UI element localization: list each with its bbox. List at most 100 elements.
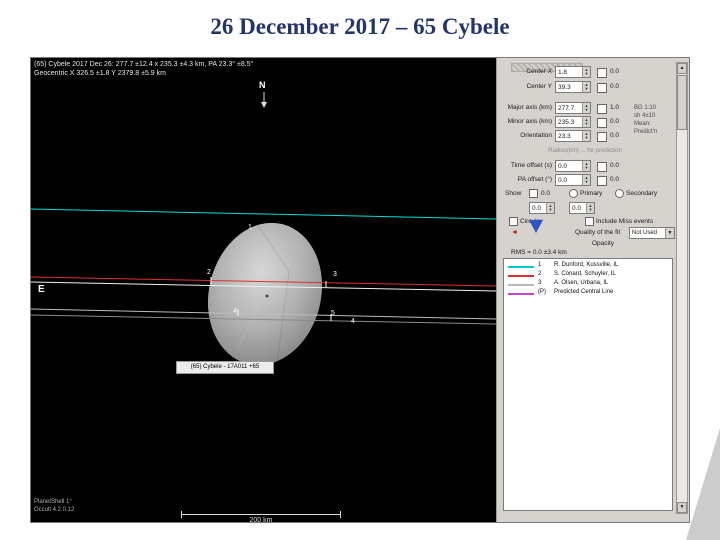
asteroid-center-marker [265, 294, 269, 298]
pa-offset-value: 0.0 [558, 177, 568, 184]
center-y-value: 39.3 [558, 84, 571, 91]
opacity-label: Opacity [592, 240, 615, 247]
ellipse-fit-panel: Center X 1.8 ▲ ▼ 0.0 Center Y 39.3 ▲ ▼ 0.0… [496, 58, 689, 522]
center-x-label: Center X [526, 68, 552, 75]
major-axis-spinner[interactable]: 277.7 ▲ ▼ [555, 102, 591, 114]
spinner-arrows-icon[interactable]: ▲ ▼ [586, 203, 594, 213]
center-y-spinner[interactable]: 39.3 ▲ ▼ [555, 81, 591, 93]
observer-name: A. Olsen, Urbana, IL [554, 280, 609, 286]
show-values-row: 0.0 ▲ ▼ 0.0 ▲ ▼ [497, 202, 675, 215]
red-back-arrow-icon[interactable]: ◄ [511, 229, 518, 236]
plot-footer-line2: Occult 4.2.0.12 [34, 507, 75, 513]
observer-number: 3 [538, 280, 542, 286]
major-axis-label: Major axis (km) [507, 104, 552, 111]
scroll-up-icon[interactable]: ▲ [677, 63, 687, 74]
time-offset-spinner[interactable]: 0.0 ▲ ▼ [555, 160, 591, 172]
list-item[interactable]: 1 R. Dunford, Kussville, IL [504, 262, 672, 271]
time-offset-step: 0.0 [610, 162, 620, 169]
orientation-label: Orientation [520, 132, 552, 139]
chord-color-swatch [508, 266, 534, 268]
spinner-arrows-icon[interactable]: ▲ ▼ [582, 131, 590, 141]
secondary-label: Secondary [626, 190, 658, 197]
plot-header-line2: Geocentric X 326.5 ±1.8 Y 2379.8 ±5.9 km [34, 70, 166, 77]
plot-footer-line1: PlanetShell 1° [34, 499, 72, 505]
chord-4-label: 4 [233, 308, 237, 315]
center-y-label: Center Y [526, 83, 552, 90]
center-x-spinner[interactable]: 1.8 ▲ ▼ [555, 66, 591, 78]
prediction-section-label: Radius(km) ... for prediction [548, 148, 622, 154]
spinner-arrows-icon[interactable]: ▲ ▼ [582, 161, 590, 171]
chord-plot: (65) Cybele 2017 Dec 26: 277.7 ±12.4 x 2… [31, 58, 496, 522]
observer-number: 2 [538, 271, 542, 277]
dropdown-arrow-icon[interactable]: ▼ [665, 228, 674, 238]
center-x-step: 0.0 [610, 68, 620, 75]
pa-offset-spinner[interactable]: 0.0 ▲ ▼ [555, 174, 591, 186]
spinner-arrows-icon[interactable]: ▲ ▼ [582, 82, 590, 92]
east-label: E [38, 284, 45, 295]
observer-listbox[interactable]: 1 R. Dunford, Kussville, IL 2 S. Conard,… [503, 258, 673, 511]
include-miss-label: Include Miss events [596, 218, 654, 225]
hold-checkbox[interactable] [597, 132, 607, 142]
target-designation-box: (65) Cybele - 17A011 +65 [176, 361, 274, 374]
hold-checkbox[interactable] [597, 162, 607, 172]
circular-checkbox[interactable] [509, 217, 518, 226]
north-label: N [259, 80, 266, 90]
chord-1-line [31, 208, 496, 220]
secondary-radio[interactable] [615, 189, 624, 198]
scale-bar [181, 511, 341, 518]
quality-dropdown-value: Not Used [632, 230, 658, 236]
list-item[interactable]: 3 A. Olsen, Urbana, IL [504, 280, 672, 289]
time-offset-value: 0.0 [558, 163, 568, 170]
orientation-step: 0.0 [610, 132, 620, 139]
show-spinner-2[interactable]: 0.0 ▲ ▼ [569, 202, 595, 214]
hold-checkbox[interactable] [597, 68, 607, 78]
hold-checkbox[interactable] [597, 118, 607, 128]
show-checkbox[interactable] [529, 189, 538, 198]
spinner-arrows-icon[interactable]: ▲ ▼ [582, 117, 590, 127]
list-item[interactable]: 2 S. Conard, Schuyler, IL [504, 271, 672, 280]
center-y-step: 0.0 [610, 83, 620, 90]
minor-axis-spinner[interactable]: 235.3 ▲ ▼ [555, 116, 591, 128]
spinner-arrows-icon[interactable]: ▲ ▼ [546, 203, 554, 213]
chord-color-swatch [508, 284, 534, 286]
fit-row-center-y: Center Y 39.3 ▲ ▼ 0.0 [497, 81, 675, 94]
observer-number: (P) [538, 289, 546, 295]
list-item[interactable]: (P) Predicted Central Line [504, 289, 672, 298]
side-note-line: Mean: [634, 121, 651, 127]
primary-radio[interactable] [569, 189, 578, 198]
quality-dropdown[interactable]: Not Used ▼ [629, 227, 675, 239]
blue-down-arrow-annotation [529, 220, 543, 233]
pa-offset-label: PA offset (°) [517, 176, 552, 183]
slide-corner-decoration [686, 428, 720, 540]
observer-number: 1 [538, 262, 542, 268]
orientation-value: 23.3 [558, 133, 571, 140]
chord-3-label: 3 [333, 271, 337, 278]
minor-axis-value: 235.3 [558, 119, 575, 126]
chord-4-label-right: 4 [351, 318, 355, 325]
fit-side-note: BG 1:10 sh 4±10 Mean: Predict'n [634, 104, 657, 136]
occultation-app-window: (65) Cybele 2017 Dec 26: 277.7 ±12.4 x 2… [30, 57, 690, 523]
side-note-line: Predict'n [634, 129, 658, 135]
hold-checkbox[interactable] [597, 83, 607, 93]
major-axis-value: 277.7 [558, 105, 575, 112]
show-label: Show [505, 190, 522, 197]
north-arrow-head [261, 102, 267, 108]
orientation-spinner[interactable]: 23.3 ▲ ▼ [555, 130, 591, 142]
offset-row-pa: PA offset (°) 0.0 ▲ ▼ 0.0 [497, 174, 675, 187]
include-miss-checkbox[interactable] [585, 217, 594, 226]
spinner-arrows-icon[interactable]: ▲ ▼ [582, 175, 590, 185]
scrollbar-thumb[interactable] [677, 75, 687, 130]
observer-name: Predicted Central Line [554, 289, 614, 295]
slide-title: 26 December 2017 – 65 Cybele [210, 14, 510, 39]
spinner-arrows-icon[interactable]: ▲ ▼ [582, 67, 590, 77]
chord-plot-canvas [31, 92, 496, 366]
quality-label: Quality of the fit [575, 229, 621, 236]
show-spinner-1[interactable]: 0.0 ▲ ▼ [529, 202, 555, 214]
chord-color-swatch [508, 275, 534, 277]
hold-checkbox[interactable] [597, 176, 607, 186]
pa-offset-step: 0.0 [610, 176, 620, 183]
minor-axis-label: Minor axis (km) [507, 118, 552, 125]
time-offset-label: Time offset (s) [510, 162, 552, 169]
hold-checkbox[interactable] [597, 104, 607, 114]
spinner-arrows-icon[interactable]: ▲ ▼ [582, 103, 590, 113]
